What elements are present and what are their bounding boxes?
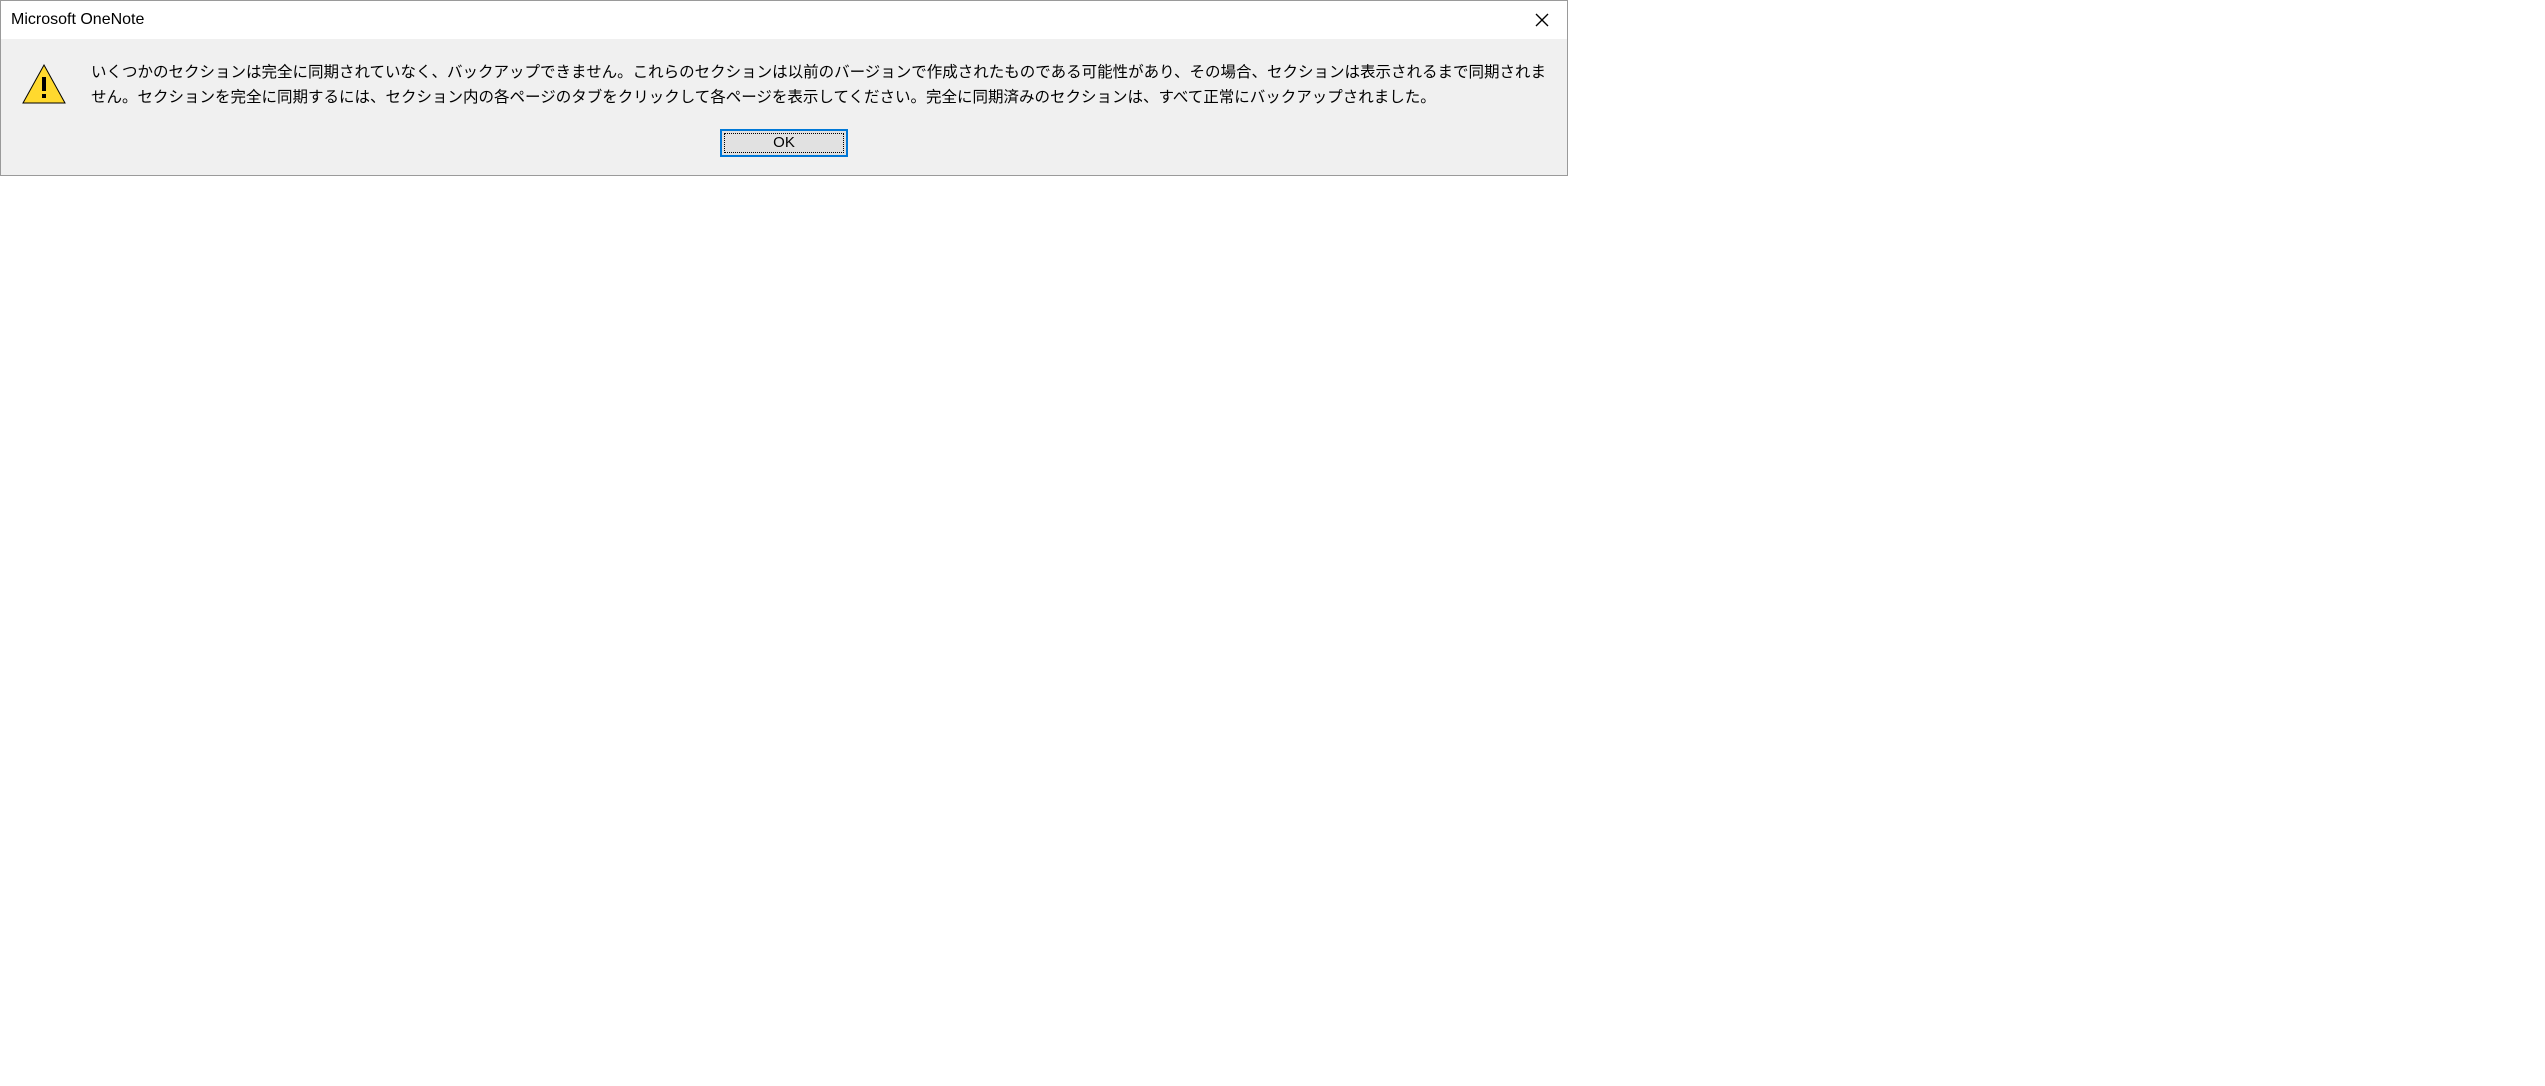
dialog-content: いくつかのセクションは完全に同期されていなく、バックアップできません。これらのセ… xyxy=(1,39,1567,175)
ok-button[interactable]: OK xyxy=(720,129,848,157)
button-row: OK xyxy=(21,129,1547,157)
warning-icon xyxy=(21,63,67,105)
dialog-title: Microsoft OneNote xyxy=(11,11,144,29)
close-button[interactable] xyxy=(1517,1,1567,39)
message-row: いくつかのセクションは完全に同期されていなく、バックアップできません。これらのセ… xyxy=(21,61,1547,111)
ok-button-label: OK xyxy=(773,134,795,151)
dialog-window: Microsoft OneNote いくつかのセクションは完全に同期されていなく… xyxy=(0,0,1568,176)
dialog-message: いくつかのセクションは完全に同期されていなく、バックアップできません。これらのセ… xyxy=(91,61,1547,111)
close-icon xyxy=(1535,13,1549,27)
titlebar: Microsoft OneNote xyxy=(1,1,1567,39)
